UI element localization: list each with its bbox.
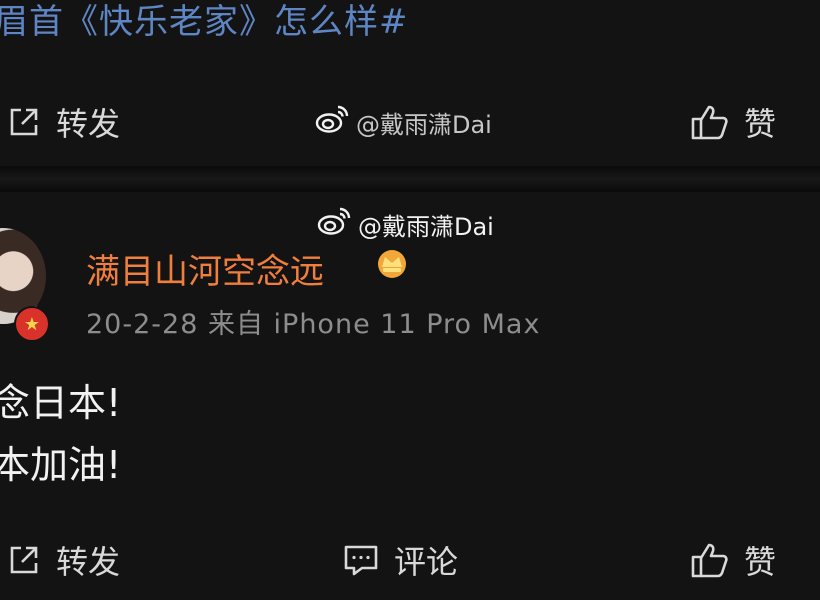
comment-label: 评论 bbox=[394, 543, 459, 581]
like-label: 赞 bbox=[744, 543, 777, 581]
thumbs-up-icon bbox=[690, 541, 730, 579]
repost-label: 转发 bbox=[56, 543, 121, 581]
like-button[interactable]: 赞 bbox=[690, 530, 776, 590]
action-bar-bottom: 转发 评论 赞 bbox=[0, 530, 820, 590]
author-name[interactable]: 满目山河空念远 bbox=[86, 244, 324, 293]
post-text-line: 本加油! bbox=[0, 443, 122, 487]
repost-button[interactable]: 转发 bbox=[6, 92, 120, 152]
post-text-line: 念日本! bbox=[0, 381, 122, 425]
verified-badge-icon: ★ bbox=[14, 306, 50, 342]
post-divider bbox=[0, 166, 820, 192]
repost-label: 转发 bbox=[56, 105, 121, 143]
vip-crown-icon bbox=[374, 247, 410, 279]
topic-hashtag-link[interactable]: 眉首《快乐老家》怎么样# bbox=[0, 0, 409, 43]
like-label: 赞 bbox=[744, 105, 777, 143]
watermark-text: @戴雨潇Dai bbox=[358, 212, 494, 241]
weibo-watermark: @戴雨潇Dai bbox=[316, 206, 494, 242]
weibo-logo-icon bbox=[316, 206, 352, 242]
thumbs-up-icon bbox=[690, 103, 730, 141]
repost-button[interactable]: 转发 bbox=[6, 530, 120, 590]
weibo-watermark: @戴雨潇Dai bbox=[314, 104, 492, 140]
weibo-logo-icon bbox=[314, 104, 350, 140]
repost-icon bbox=[6, 104, 42, 140]
like-button[interactable]: 赞 bbox=[690, 92, 776, 152]
watermark-text: @戴雨潇Dai bbox=[356, 110, 492, 139]
repost-icon bbox=[6, 542, 42, 578]
comment-button[interactable]: 评论 bbox=[342, 530, 458, 590]
weibo-feed: 眉首《快乐老家》怎么样# 转发 赞 @戴雨潇Dai @戴雨潇Dai ★ 满目山河… bbox=[0, 0, 820, 600]
comment-icon bbox=[342, 542, 380, 578]
post-meta: 20-2-28 来自 iPhone 11 Pro Max bbox=[86, 309, 541, 340]
